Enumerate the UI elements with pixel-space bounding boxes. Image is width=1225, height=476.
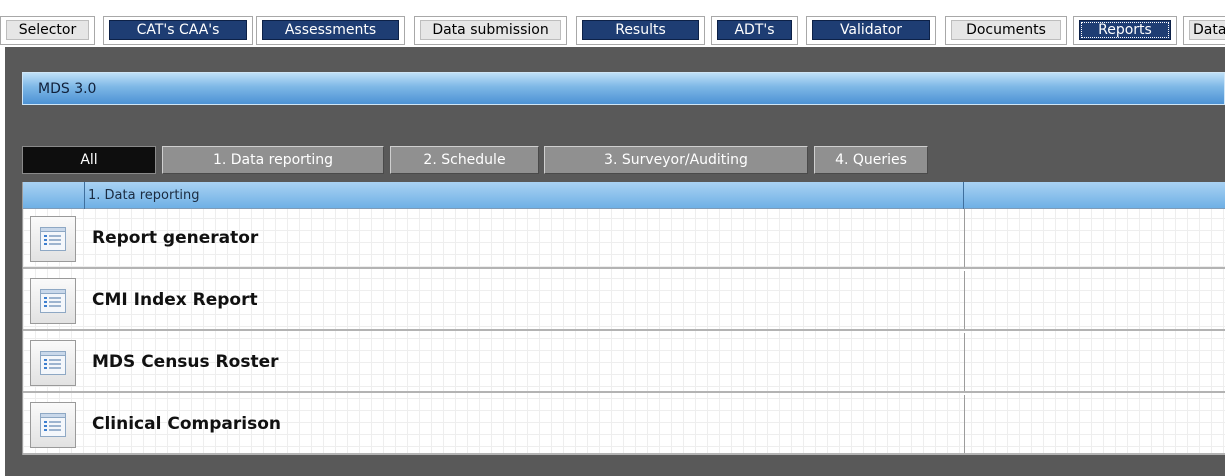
filter-tab-queries[interactable]: 4. Queries <box>814 146 928 174</box>
report-row-mds-census-roster[interactable]: MDS Census Roster <box>23 333 1225 393</box>
report-icon[interactable] <box>30 216 76 262</box>
filter-tab-surveyor-auditing[interactable]: 3. Surveyor/Auditing <box>544 146 808 174</box>
section-header: MDS 3.0 <box>22 72 1225 105</box>
grid-row-header-cell <box>23 182 85 209</box>
report-row-cmi-index-report[interactable]: CMI Index Report <box>23 271 1225 331</box>
filter-tab-all-label: All <box>80 152 98 168</box>
tab-reports-label: Reports <box>1079 20 1171 40</box>
report-label: Report generator <box>92 228 259 248</box>
tab-data-submission[interactable]: Data submission <box>414 16 567 45</box>
tab-cats-caas[interactable]: CAT's CAA's <box>103 16 253 45</box>
tab-selector[interactable]: Selector <box>0 16 95 45</box>
column-divider <box>964 271 965 329</box>
filter-tab-all[interactable]: All <box>22 146 156 174</box>
tab-data-label: Data <box>1189 20 1225 40</box>
section-title: MDS 3.0 <box>38 80 97 97</box>
tab-validator[interactable]: Validator <box>806 16 936 45</box>
column-divider <box>964 333 965 391</box>
tab-adts-label: ADT's <box>717 20 792 40</box>
filter-tab-surveyor-auditing-label: 3. Surveyor/Auditing <box>604 152 748 168</box>
tab-documents-label: Documents <box>951 20 1061 40</box>
column-divider <box>964 395 965 453</box>
report-label: MDS Census Roster <box>92 352 279 372</box>
column-divider <box>964 209 965 267</box>
report-label: CMI Index Report <box>92 290 258 310</box>
tab-assessments[interactable]: Assessments <box>256 16 405 45</box>
filter-tab-schedule-label: 2. Schedule <box>423 152 506 168</box>
report-icon[interactable] <box>30 340 76 386</box>
filter-tab-schedule[interactable]: 2. Schedule <box>390 146 539 174</box>
grid-group-title: 1. Data reporting <box>85 182 964 209</box>
row-icon-cell <box>25 399 81 451</box>
tab-selector-label: Selector <box>6 20 89 40</box>
report-icon[interactable] <box>30 278 76 324</box>
tab-adts[interactable]: ADT's <box>711 16 798 45</box>
reports-panel: MDS 3.0 All 1. Data reporting 2. Schedul… <box>5 47 1225 476</box>
tab-reports[interactable]: Reports <box>1073 16 1177 45</box>
filter-tab-data-reporting[interactable]: 1. Data reporting <box>162 146 384 174</box>
tab-cats-caas-label: CAT's CAA's <box>109 20 247 40</box>
row-icon-cell <box>25 275 81 327</box>
tab-data-submission-label: Data submission <box>420 20 561 40</box>
tab-data[interactable]: Data <box>1183 16 1225 45</box>
report-row-report-generator[interactable]: Report generator <box>23 209 1225 269</box>
report-icon[interactable] <box>30 402 76 448</box>
grid-secondary-header <box>964 182 1225 209</box>
filter-tab-queries-label: 4. Queries <box>835 152 907 168</box>
reports-grid: 1. Data reporting Report generator CMI I… <box>22 182 1225 455</box>
filter-tab-data-reporting-label: 1. Data reporting <box>212 152 334 168</box>
tab-assessments-label: Assessments <box>262 20 399 40</box>
top-tab-bar: Selector CAT's CAA's Assessments Data su… <box>0 0 1225 48</box>
tab-documents[interactable]: Documents <box>945 16 1067 45</box>
tab-results-label: Results <box>582 20 699 40</box>
row-icon-cell <box>25 337 81 389</box>
tab-validator-label: Validator <box>812 20 930 40</box>
row-icon-cell <box>25 213 81 265</box>
tab-results[interactable]: Results <box>576 16 705 45</box>
grid-group-header: 1. Data reporting <box>23 182 1225 209</box>
report-label: Clinical Comparison <box>92 414 281 434</box>
report-row-clinical-comparison[interactable]: Clinical Comparison <box>23 395 1225 455</box>
